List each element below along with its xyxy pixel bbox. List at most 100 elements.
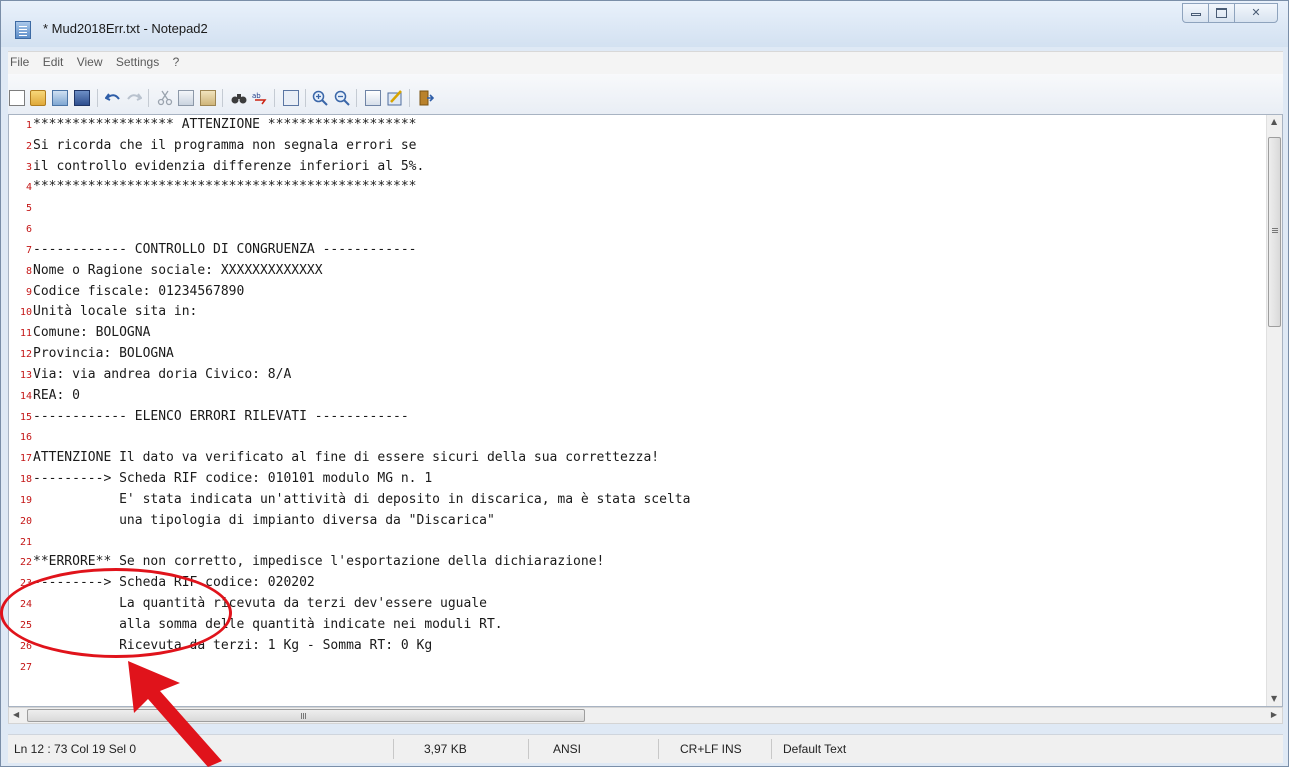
editor-line[interactable]: 14REA: 0: [9, 386, 690, 407]
line-number: 2: [25, 140, 32, 152]
browse-icon[interactable]: [52, 90, 68, 106]
line-number: 11: [19, 328, 32, 340]
menu-help[interactable]: ?: [168, 52, 185, 69]
status-divider: [658, 739, 659, 759]
line-number: 3: [25, 161, 32, 173]
status-eol-mode[interactable]: CR+LF INS: [680, 742, 742, 756]
editor-line[interactable]: 15------------ ELENCO ERRORI RILEVATI --…: [9, 407, 690, 428]
redo-icon[interactable]: [126, 90, 142, 106]
toolbar-separator: [305, 89, 306, 107]
line-number: 22: [19, 557, 32, 569]
editor-line[interactable]: 16: [9, 427, 690, 448]
line-number: 1: [25, 120, 32, 131]
svg-text:ab: ab: [252, 92, 261, 100]
editor-line[interactable]: 19 E' stata indicata un'attività di depo…: [9, 490, 691, 511]
toolbar-separator: [356, 89, 357, 107]
editor-line[interactable]: 13Via: via andrea doria Civico: 8/A: [9, 365, 690, 386]
scroll-down-arrow-icon[interactable]: ▼: [1271, 694, 1277, 703]
line-text: ------------ CONTROLLO DI CONGRUENZA ---…: [33, 241, 417, 257]
customize-icon[interactable]: [387, 90, 403, 106]
editor-line[interactable]: 21: [9, 532, 690, 553]
save-icon[interactable]: [74, 90, 90, 106]
editor-line[interactable]: 12Provincia: BOLOGNA: [9, 344, 690, 365]
line-text: ****************** ATTENZIONE **********…: [33, 117, 417, 132]
line-number: 7: [25, 244, 32, 256]
editor-line[interactable]: 18---------> Scheda RIF codice: 010101 m…: [9, 469, 690, 490]
exit-icon[interactable]: [418, 90, 434, 106]
line-number: 16: [19, 432, 32, 444]
editor-line[interactable]: 20 una tipologia di impianto diversa da …: [9, 511, 690, 532]
editor-line[interactable]: 8Nome o Ragione sociale: XXXXXXXXXXXXX: [9, 261, 690, 282]
scroll-left-arrow-icon[interactable]: ◀: [13, 710, 19, 719]
paste-icon[interactable]: [200, 90, 216, 106]
wordwrap-icon[interactable]: [283, 90, 299, 106]
zoom-out-icon[interactable]: [334, 90, 350, 106]
status-encoding[interactable]: ANSI: [553, 742, 581, 756]
editor-line[interactable]: 4***************************************…: [9, 177, 690, 198]
line-text: E' stata indicata un'attività di deposit…: [33, 491, 691, 507]
toolbar: ab: [8, 74, 1283, 114]
status-divider: [771, 739, 772, 759]
line-number: 15: [19, 411, 32, 423]
minimize-button[interactable]: [1182, 3, 1209, 23]
line-number: 6: [25, 224, 32, 236]
editor-line[interactable]: 3il controllo evidenzia differenze infer…: [9, 157, 690, 178]
title-bar[interactable]: * Mud2018Err.txt - Notepad2: [1, 1, 1288, 47]
editor-line[interactable]: 10Unità locale sita in:: [9, 302, 690, 323]
line-text: REA: 0: [33, 387, 80, 403]
editor-line[interactable]: 1****************** ATTENZIONE *********…: [9, 115, 690, 136]
toolbar-separator: [274, 89, 275, 107]
line-text: ---------> Scheda RIF codice: 010101 mod…: [33, 471, 433, 487]
line-number: 20: [19, 515, 32, 527]
menu-view[interactable]: View: [72, 52, 108, 69]
editor-line[interactable]: 9Codice fiscale: 01234567890: [9, 282, 690, 303]
toolbar-separator: [148, 89, 149, 107]
maximize-icon: [1216, 8, 1227, 18]
line-number: 13: [19, 369, 32, 381]
new-icon[interactable]: [9, 90, 25, 106]
line-number: 17: [19, 453, 32, 465]
notepad-app-icon[interactable]: [15, 21, 31, 39]
editor-line[interactable]: 17ATTENZIONE Il dato va verificato al fi…: [9, 448, 690, 469]
line-number: 12: [19, 349, 32, 361]
annotation-ellipse: [0, 568, 232, 658]
line-number: 8: [25, 265, 32, 277]
editor-line[interactable]: 2Si ricorda che il programma non segnala…: [9, 136, 690, 157]
scheme-icon[interactable]: [365, 90, 381, 106]
menu-edit[interactable]: Edit: [38, 52, 69, 69]
copy-icon[interactable]: [178, 90, 194, 106]
menu-settings[interactable]: Settings: [111, 52, 164, 69]
zoom-in-icon[interactable]: [312, 90, 328, 106]
maximize-button[interactable]: [1208, 3, 1235, 23]
editor-line[interactable]: 6: [9, 219, 690, 240]
menu-file[interactable]: File: [8, 52, 34, 69]
vertical-scroll-thumb[interactable]: [1268, 137, 1281, 327]
vertical-scrollbar[interactable]: ▲ ▼: [1266, 115, 1282, 706]
replace-icon[interactable]: ab: [252, 90, 268, 106]
line-text: ****************************************…: [33, 179, 417, 195]
annotation-arrow: [128, 661, 222, 767]
line-number: 14: [19, 390, 32, 402]
line-number: 21: [19, 536, 32, 548]
editor-line[interactable]: 7------------ CONTROLLO DI CONGRUENZA --…: [9, 240, 690, 261]
status-size: 3,97 KB: [424, 742, 467, 756]
line-text: ATTENZIONE Il dato va verificato al fine…: [33, 450, 660, 466]
window-title: * Mud2018Err.txt - Notepad2: [43, 21, 208, 36]
editor-line[interactable]: 11Comune: BOLOGNA: [9, 323, 690, 344]
line-text: Nome o Ragione sociale: XXXXXXXXXXXXX: [33, 262, 323, 278]
find-icon[interactable]: [231, 90, 247, 106]
open-icon[interactable]: [30, 90, 46, 106]
menu-bar: File Edit View Settings ?: [8, 51, 1283, 74]
line-number: 19: [19, 494, 32, 506]
line-text: Provincia: BOLOGNA: [33, 346, 174, 362]
cut-icon[interactable]: [157, 90, 173, 106]
line-text: Codice fiscale: 01234567890: [33, 283, 245, 299]
status-scheme[interactable]: Default Text: [783, 742, 846, 756]
toolbar-separator: [222, 89, 223, 107]
close-button[interactable]: ✕: [1234, 3, 1278, 23]
undo-icon[interactable]: [105, 90, 121, 106]
editor-line[interactable]: 5: [9, 198, 690, 219]
scroll-up-arrow-icon[interactable]: ▲: [1271, 117, 1277, 126]
scroll-right-arrow-icon[interactable]: ▶: [1271, 710, 1277, 719]
line-text: Si ricorda che il programma non segnala …: [33, 137, 417, 153]
